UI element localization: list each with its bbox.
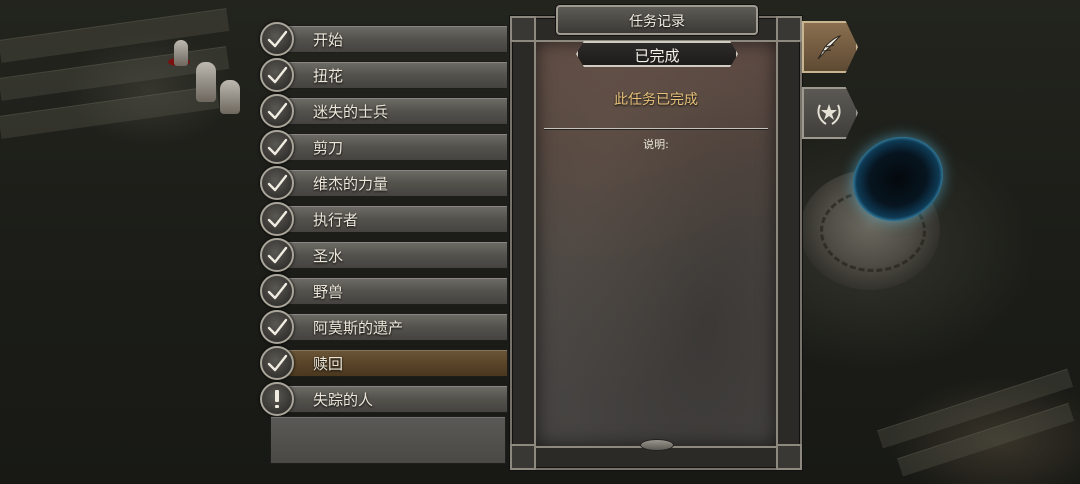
check-icon	[260, 202, 294, 236]
quest-item-label: 阿莫斯的遗产	[313, 319, 404, 337]
quest-item-bar[interactable]	[274, 277, 508, 305]
check-icon	[260, 238, 294, 272]
journal-title-plate: 任务记录	[556, 5, 758, 35]
quest-item[interactable]: 扭花	[258, 58, 510, 94]
skeleton-enemy[interactable]	[196, 62, 216, 102]
quest-item-label: 扭花	[313, 67, 344, 85]
quest-item-label: 圣水	[313, 247, 344, 265]
quest-item[interactable]: 赎回	[258, 346, 510, 382]
quest-item-label: 失踪的人	[313, 391, 374, 409]
star-laurel-icon	[817, 104, 841, 125]
quest-item-bar[interactable]	[274, 97, 508, 125]
journal-title: 任务记录	[629, 14, 685, 30]
check-icon	[260, 130, 294, 164]
scroll-knob[interactable]	[640, 439, 674, 451]
quest-item-bar[interactable]	[274, 169, 508, 197]
quest-item[interactable]: 野兽	[258, 274, 510, 310]
quest-journal-panel	[510, 16, 802, 470]
quest-list-footer	[270, 416, 506, 464]
description-label: 说明:	[643, 138, 669, 151]
check-icon	[260, 94, 294, 128]
check-icon	[260, 274, 294, 308]
quest-item-bar[interactable]	[274, 349, 508, 377]
quest-item-label: 赎回	[313, 355, 344, 373]
quest-item-label: 迷失的士兵	[313, 103, 389, 121]
frame-corner	[510, 444, 536, 470]
quest-item-label: 维杰的力量	[313, 175, 389, 193]
quest-item[interactable]: 开始	[258, 22, 510, 58]
skeleton-enemy[interactable]	[174, 40, 188, 66]
quest-status: 已完成	[634, 47, 680, 65]
quest-item[interactable]: 失踪的人	[258, 382, 510, 418]
divider	[544, 128, 768, 129]
quest-item-bar[interactable]	[274, 133, 508, 161]
quest-item[interactable]: 圣水	[258, 238, 510, 274]
quest-item-bar[interactable]	[274, 241, 508, 269]
quest-item-bar[interactable]	[274, 25, 508, 53]
quest-item[interactable]: 迷失的士兵	[258, 94, 510, 130]
quest-item-label: 开始	[313, 31, 344, 49]
quest-status-plate: 已完成	[576, 41, 738, 67]
frame-corner	[776, 444, 802, 470]
check-icon	[260, 346, 294, 380]
quest-item-label: 执行者	[313, 211, 359, 229]
quest-item-bar[interactable]	[274, 205, 508, 233]
quest-item-label: 剪刀	[313, 139, 344, 157]
quest-item-label: 野兽	[313, 283, 344, 301]
check-icon	[260, 166, 294, 200]
quest-item-bar[interactable]	[274, 61, 508, 89]
exclamation-icon	[260, 382, 294, 416]
quest-item-bar[interactable]	[274, 385, 508, 413]
quill-icon	[817, 35, 842, 60]
frame-corner	[776, 16, 802, 42]
frame-corner	[510, 16, 536, 42]
check-icon	[260, 58, 294, 92]
quest-complete-message: 此任务已完成	[614, 92, 698, 108]
quest-item[interactable]: 执行者	[258, 202, 510, 238]
quest-item[interactable]: 剪刀	[258, 130, 510, 166]
quest-item[interactable]: 阿莫斯的遗产	[258, 310, 510, 346]
check-icon	[260, 22, 294, 56]
quest-list: 开始扭花迷失的士兵剪刀维杰的力量执行者圣水野兽阿莫斯的遗产 赎回失踪的人	[258, 22, 510, 418]
quest-item[interactable]: 维杰的力量	[258, 166, 510, 202]
check-icon	[260, 310, 294, 344]
skeleton-enemy[interactable]	[220, 80, 240, 114]
